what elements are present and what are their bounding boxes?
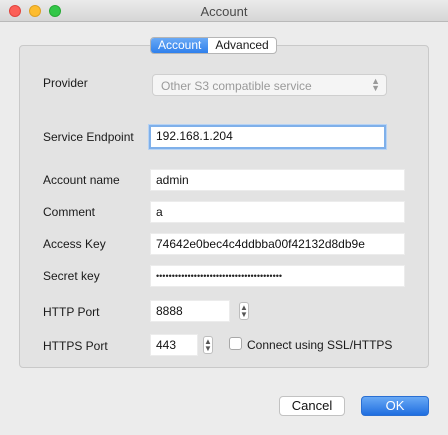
title-bar: Account xyxy=(0,0,448,22)
tab-advanced[interactable]: Advanced xyxy=(208,38,275,53)
provider-label: Provider xyxy=(43,76,88,90)
tab-bar: Account Advanced xyxy=(150,37,277,54)
account-name-label: Account name xyxy=(43,173,120,187)
secret-key-label: Secret key xyxy=(43,269,100,283)
window-title: Account xyxy=(200,4,248,19)
https-port-label: HTTPS Port xyxy=(43,339,108,353)
http-port-stepper-icon[interactable]: ▲ ▼ xyxy=(239,302,249,320)
comment-input[interactable]: a xyxy=(150,201,405,223)
provider-select[interactable]: Other S3 compatible service ▲ ▼ xyxy=(152,74,387,96)
tab-account[interactable]: Account xyxy=(151,38,209,53)
https-port-input[interactable]: 443 xyxy=(150,334,198,356)
account-name-input[interactable]: admin xyxy=(150,169,405,191)
https-port-stepper-icon[interactable]: ▲ ▼ xyxy=(203,336,213,354)
service-endpoint-label: Service Endpoint xyxy=(43,130,134,144)
ssl-checkbox-label[interactable]: Connect using SSL/HTTPS xyxy=(247,338,392,352)
provider-value: Other S3 compatible service xyxy=(161,79,312,93)
access-key-input[interactable]: 74642e0bec4c4ddbba00f42132d8db9e xyxy=(150,233,405,255)
secret-key-input[interactable]: •••••••••••••••••••••••••••••••••••••••• xyxy=(150,265,405,287)
access-key-label: Access Key xyxy=(43,237,106,251)
ok-button[interactable]: OK xyxy=(361,396,429,416)
cancel-button[interactable]: Cancel xyxy=(279,396,345,416)
http-port-label: HTTP Port xyxy=(43,305,100,319)
ssl-checkbox[interactable] xyxy=(229,337,242,350)
http-port-input[interactable]: 8888 xyxy=(150,300,230,322)
select-arrows-icon: ▲ ▼ xyxy=(371,76,380,93)
comment-label: Comment xyxy=(43,205,96,219)
service-endpoint-input[interactable]: 192.168.1.204 xyxy=(149,125,386,149)
